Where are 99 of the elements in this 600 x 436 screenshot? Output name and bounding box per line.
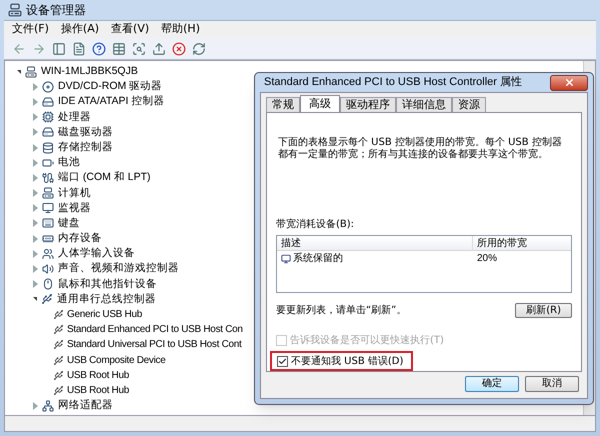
usb-icon	[53, 309, 64, 320]
close-icon	[564, 77, 574, 88]
tree-item[interactable]: Standard Universal PCI to USB Host Cont	[67, 337, 242, 353]
menu-item[interactable]: 查看(V)	[111, 21, 150, 38]
expand-arrow-icon[interactable]	[33, 82, 38, 91]
usb-icon	[53, 324, 64, 336]
expand-arrow-icon[interactable]	[33, 280, 38, 288]
expand-arrow-icon[interactable]	[33, 98, 38, 106]
tree-item[interactable]: 处理器	[58, 110, 91, 125]
disc-icon	[42, 80, 54, 93]
checkbox-label: 告诉我设备是否可以更快速执行(T)	[290, 334, 444, 348]
menu-item[interactable]: 操作(A)	[60, 21, 100, 38]
battery-icon	[42, 156, 54, 169]
tree-item[interactable]: Generic USB Hub	[67, 307, 142, 322]
tree-item[interactable]: 内存设备	[58, 231, 102, 246]
tree-item[interactable]: 网络适配器	[58, 398, 113, 414]
expand-arrow-icon[interactable]	[33, 128, 38, 136]
usb-icon	[53, 339, 64, 350]
expand-arrow-icon[interactable]	[33, 144, 38, 152]
dialog-button[interactable]: 确定	[465, 376, 519, 392]
speaker-icon	[42, 263, 54, 276]
tree-item[interactable]: 鼠标和其他指针设备	[58, 276, 157, 292]
refresh-button[interactable]: 刷新(R)	[515, 303, 572, 318]
refresh-icon[interactable]	[192, 42, 206, 56]
monitor-icon	[281, 254, 291, 264]
users-icon	[42, 248, 54, 260]
usb-icon	[53, 354, 64, 366]
tree-item[interactable]: 电池	[58, 155, 80, 170]
document-icon[interactable]	[72, 42, 86, 56]
table-icon[interactable]	[112, 42, 126, 56]
checkbox[interactable]	[277, 356, 288, 366]
description-text: 下面的表格显示每个 USB 控制器使用的带宽。每个 USB 控制器都有一定量的带宽；所有与其连接的设备都要共享这个带宽。	[277, 137, 563, 161]
usb-icon	[41, 293, 53, 306]
expand-arrow-icon[interactable]	[33, 158, 38, 167]
tree-item[interactable]: IDE ATA/ATAPI 控制器	[58, 94, 164, 110]
list-label: 带宽消耗设备(B):	[276, 218, 356, 232]
tab[interactable]: 高级	[300, 95, 340, 112]
tree-item[interactable]: 人体学输入设备	[58, 246, 135, 262]
remove-icon[interactable]	[172, 42, 186, 56]
tab[interactable]: 驱动程序	[340, 97, 396, 112]
expand-arrow-icon[interactable]	[33, 402, 38, 410]
tree-item[interactable]: USB Root Hub	[67, 368, 129, 383]
drive-icon	[42, 126, 54, 138]
cable-icon	[42, 172, 54, 184]
dialog-title: Standard Enhanced PCI to USB Host Controller 属性	[264, 75, 522, 90]
menu-item[interactable]: 文件(F)	[12, 21, 49, 38]
tree-item[interactable]: 键盘	[58, 216, 80, 232]
usb-icon	[53, 370, 64, 381]
checkbox-label: 不要通知我 USB 错误(D)	[291, 354, 404, 368]
tree-item[interactable]: Standard Enhanced PCI to USB Host Con	[67, 322, 243, 338]
tab[interactable]: 详细信息	[396, 97, 452, 112]
window-title: 设备管理器	[26, 2, 86, 19]
keyboard-icon	[42, 217, 54, 230]
database-icon	[42, 142, 54, 154]
scan-icon[interactable]	[132, 42, 146, 56]
expand-arrow-icon[interactable]	[33, 113, 38, 122]
computer-icon	[42, 187, 54, 200]
usb-icon	[53, 385, 64, 396]
panel-icon[interactable]	[52, 42, 66, 56]
table-cell-text: 系统保留的	[293, 252, 343, 266]
column-header[interactable]: 描述	[277, 236, 473, 250]
drive-icon	[42, 96, 54, 108]
network-icon	[42, 400, 54, 412]
collapse-arrow-icon[interactable]	[17, 70, 21, 74]
forward-arrow-icon[interactable]	[32, 42, 46, 56]
tree-item[interactable]: USB Composite Device	[67, 352, 166, 368]
help-icon[interactable]	[92, 42, 106, 56]
tree-item[interactable]: 磁盘驱动器	[58, 124, 113, 140]
computer-icon	[8, 3, 22, 17]
computer-icon	[25, 66, 37, 78]
mouse-icon	[42, 278, 54, 290]
tree-item[interactable]: DVD/CD-ROM 驱动器	[58, 79, 162, 94]
close-button[interactable]	[550, 74, 588, 90]
chip-icon	[42, 111, 54, 124]
tree-item[interactable]: WIN-1MLJBBK5QJB	[41, 64, 138, 80]
upload-icon[interactable]	[152, 42, 166, 56]
tree-item[interactable]: 计算机	[58, 186, 91, 201]
table-cell-text: 20%	[476, 252, 498, 266]
monitor-icon	[42, 202, 54, 214]
tab[interactable]: 资源	[452, 97, 486, 112]
dialog-button[interactable]: 取消	[525, 376, 579, 392]
menu-item[interactable]: 帮助(H)	[161, 21, 200, 38]
tree-item[interactable]: 端口 (COM 和 LPT)	[58, 170, 150, 186]
tree-item[interactable]: 存储控制器	[58, 140, 113, 156]
expand-arrow-icon[interactable]	[33, 189, 38, 198]
tree-item[interactable]: 通用串行总线控制器	[57, 292, 156, 308]
expand-arrow-icon[interactable]	[33, 250, 38, 258]
expand-arrow-icon[interactable]	[33, 265, 38, 274]
expand-arrow-icon[interactable]	[33, 174, 38, 182]
expand-arrow-icon[interactable]	[33, 204, 38, 212]
tab[interactable]: 常规	[266, 97, 300, 112]
tree-item[interactable]: 监视器	[58, 200, 91, 216]
refresh-hint: 要更新列表，请单击“刷新”。	[276, 304, 406, 318]
expand-arrow-icon[interactable]	[33, 219, 38, 228]
collapse-arrow-icon[interactable]	[33, 297, 37, 302]
expand-arrow-icon[interactable]	[33, 234, 38, 243]
tree-item[interactable]: USB Root Hub	[67, 382, 129, 398]
column-header[interactable]: 所用的带宽	[473, 236, 527, 250]
tree-item[interactable]: 声音、视频和游戏控制器	[58, 261, 179, 277]
